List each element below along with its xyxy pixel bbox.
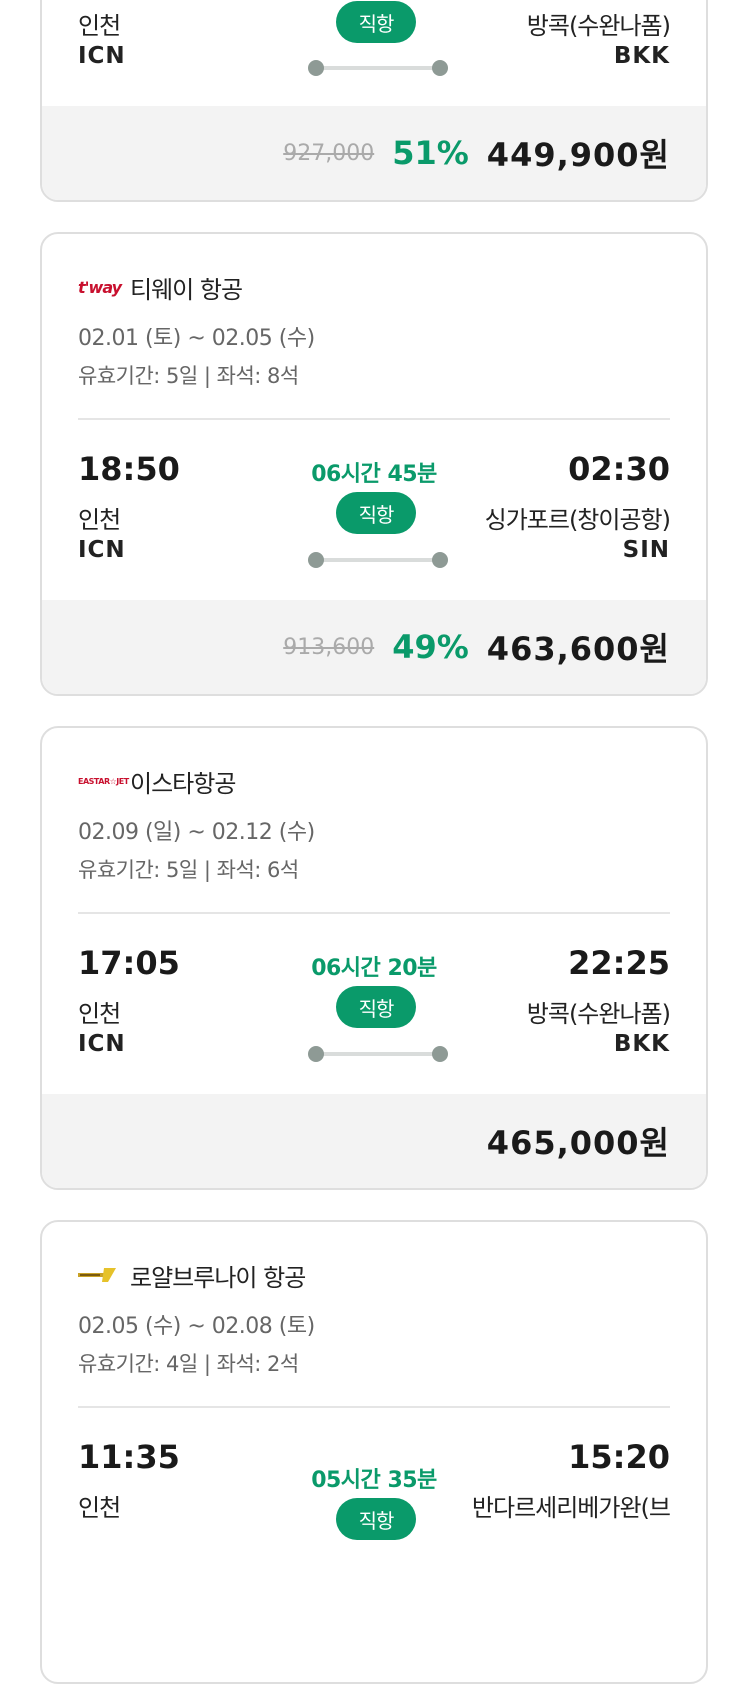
arrival-city: 싱가포르(창이공항)	[484, 506, 671, 534]
direct-flight-badge: 직항	[336, 492, 416, 534]
arrival-code: BKK	[613, 1031, 670, 1057]
final-price: 465,000원	[486, 1124, 670, 1162]
travel-dates: 02.05 (수) ~ 02.08 (토)	[78, 1314, 315, 1339]
departure-code: ICN	[78, 43, 126, 69]
arrival-city: 방콕(수완나폼)	[526, 1000, 671, 1028]
price-bar: 465,000원	[42, 1094, 706, 1188]
departure-dot	[308, 1046, 324, 1062]
validity-seats: 유효기간: 5일 | 좌석: 8석	[78, 364, 299, 388]
divider	[78, 912, 670, 914]
departure-code: ICN	[78, 537, 126, 563]
travel-dates: 02.01 (토) ~ 02.05 (수)	[78, 326, 315, 351]
airline-name: 로얄브루나이 항공	[130, 1263, 306, 1292]
direct-flight-badge: 직항	[336, 1498, 416, 1540]
airline-name: 티웨이 항공	[130, 275, 243, 304]
arrival-dot	[432, 552, 448, 568]
airline-row: 로얄브루나이 항공	[78, 1258, 306, 1292]
departure-dot	[308, 552, 324, 568]
arrival-code: SIN	[622, 537, 670, 563]
divider	[78, 418, 670, 420]
flight-card[interactable]: 인천 방콕(수완나폼) ICN BKK 직항 927,000 51% 449,9…	[40, 0, 708, 202]
departure-code: ICN	[78, 1031, 126, 1057]
arrival-dot	[432, 60, 448, 76]
direct-flight-badge: 직항	[336, 1, 416, 43]
flight-card[interactable]: EASTAR☆JET 이스타항공 02.09 (일) ~ 02.12 (수) 유…	[40, 726, 708, 1190]
original-price: 927,000	[283, 140, 375, 166]
discount-rate: 51%	[392, 134, 469, 172]
airline-row: t'way 티웨이 항공	[78, 270, 243, 304]
arrival-city: 반다르세리베가완(브	[471, 1494, 671, 1522]
departure-dot	[308, 60, 324, 76]
airline-row: EASTAR☆JET 이스타항공	[78, 764, 236, 798]
eastarjet-logo-icon: EASTAR☆JET	[78, 776, 129, 786]
departure-city: 인천	[78, 12, 121, 40]
route-line	[308, 552, 448, 568]
original-price: 913,600	[283, 634, 375, 660]
validity-seats: 유효기간: 4일 | 좌석: 2석	[78, 1352, 299, 1376]
price-bar: 927,000 51% 449,900원	[42, 106, 706, 200]
travel-dates: 02.09 (일) ~ 02.12 (수)	[78, 820, 315, 845]
airline-name: 이스타항공	[130, 769, 236, 798]
flight-duration: 06시간 20분	[311, 956, 437, 981]
divider	[78, 1406, 670, 1408]
flight-card[interactable]: t'way 티웨이 항공 02.01 (토) ~ 02.05 (수) 유효기간:…	[40, 232, 708, 696]
final-price: 463,600원	[486, 630, 670, 668]
flight-duration: 06시간 45분	[311, 462, 437, 487]
departure-city: 인천	[78, 506, 121, 534]
departure-city: 인천	[78, 1494, 121, 1522]
final-price: 449,900원	[486, 136, 670, 174]
route-line	[308, 60, 448, 76]
arrival-dot	[432, 1046, 448, 1062]
validity-seats: 유효기간: 5일 | 좌석: 6석	[78, 858, 299, 882]
departure-city: 인천	[78, 1000, 121, 1028]
direct-flight-badge: 직항	[336, 986, 416, 1028]
royal-brunei-logo-icon	[78, 1265, 122, 1285]
route-line	[308, 1046, 448, 1062]
arrival-city: 방콕(수완나폼)	[526, 12, 671, 40]
flight-card[interactable]: 로얄브루나이 항공 02.05 (수) ~ 02.08 (토) 유효기간: 4일…	[40, 1220, 708, 1684]
price-bar: 913,600 49% 463,600원	[42, 600, 706, 694]
discount-rate: 49%	[392, 628, 469, 666]
tway-logo-icon: t'way	[78, 277, 122, 297]
arrival-code: BKK	[613, 43, 670, 69]
